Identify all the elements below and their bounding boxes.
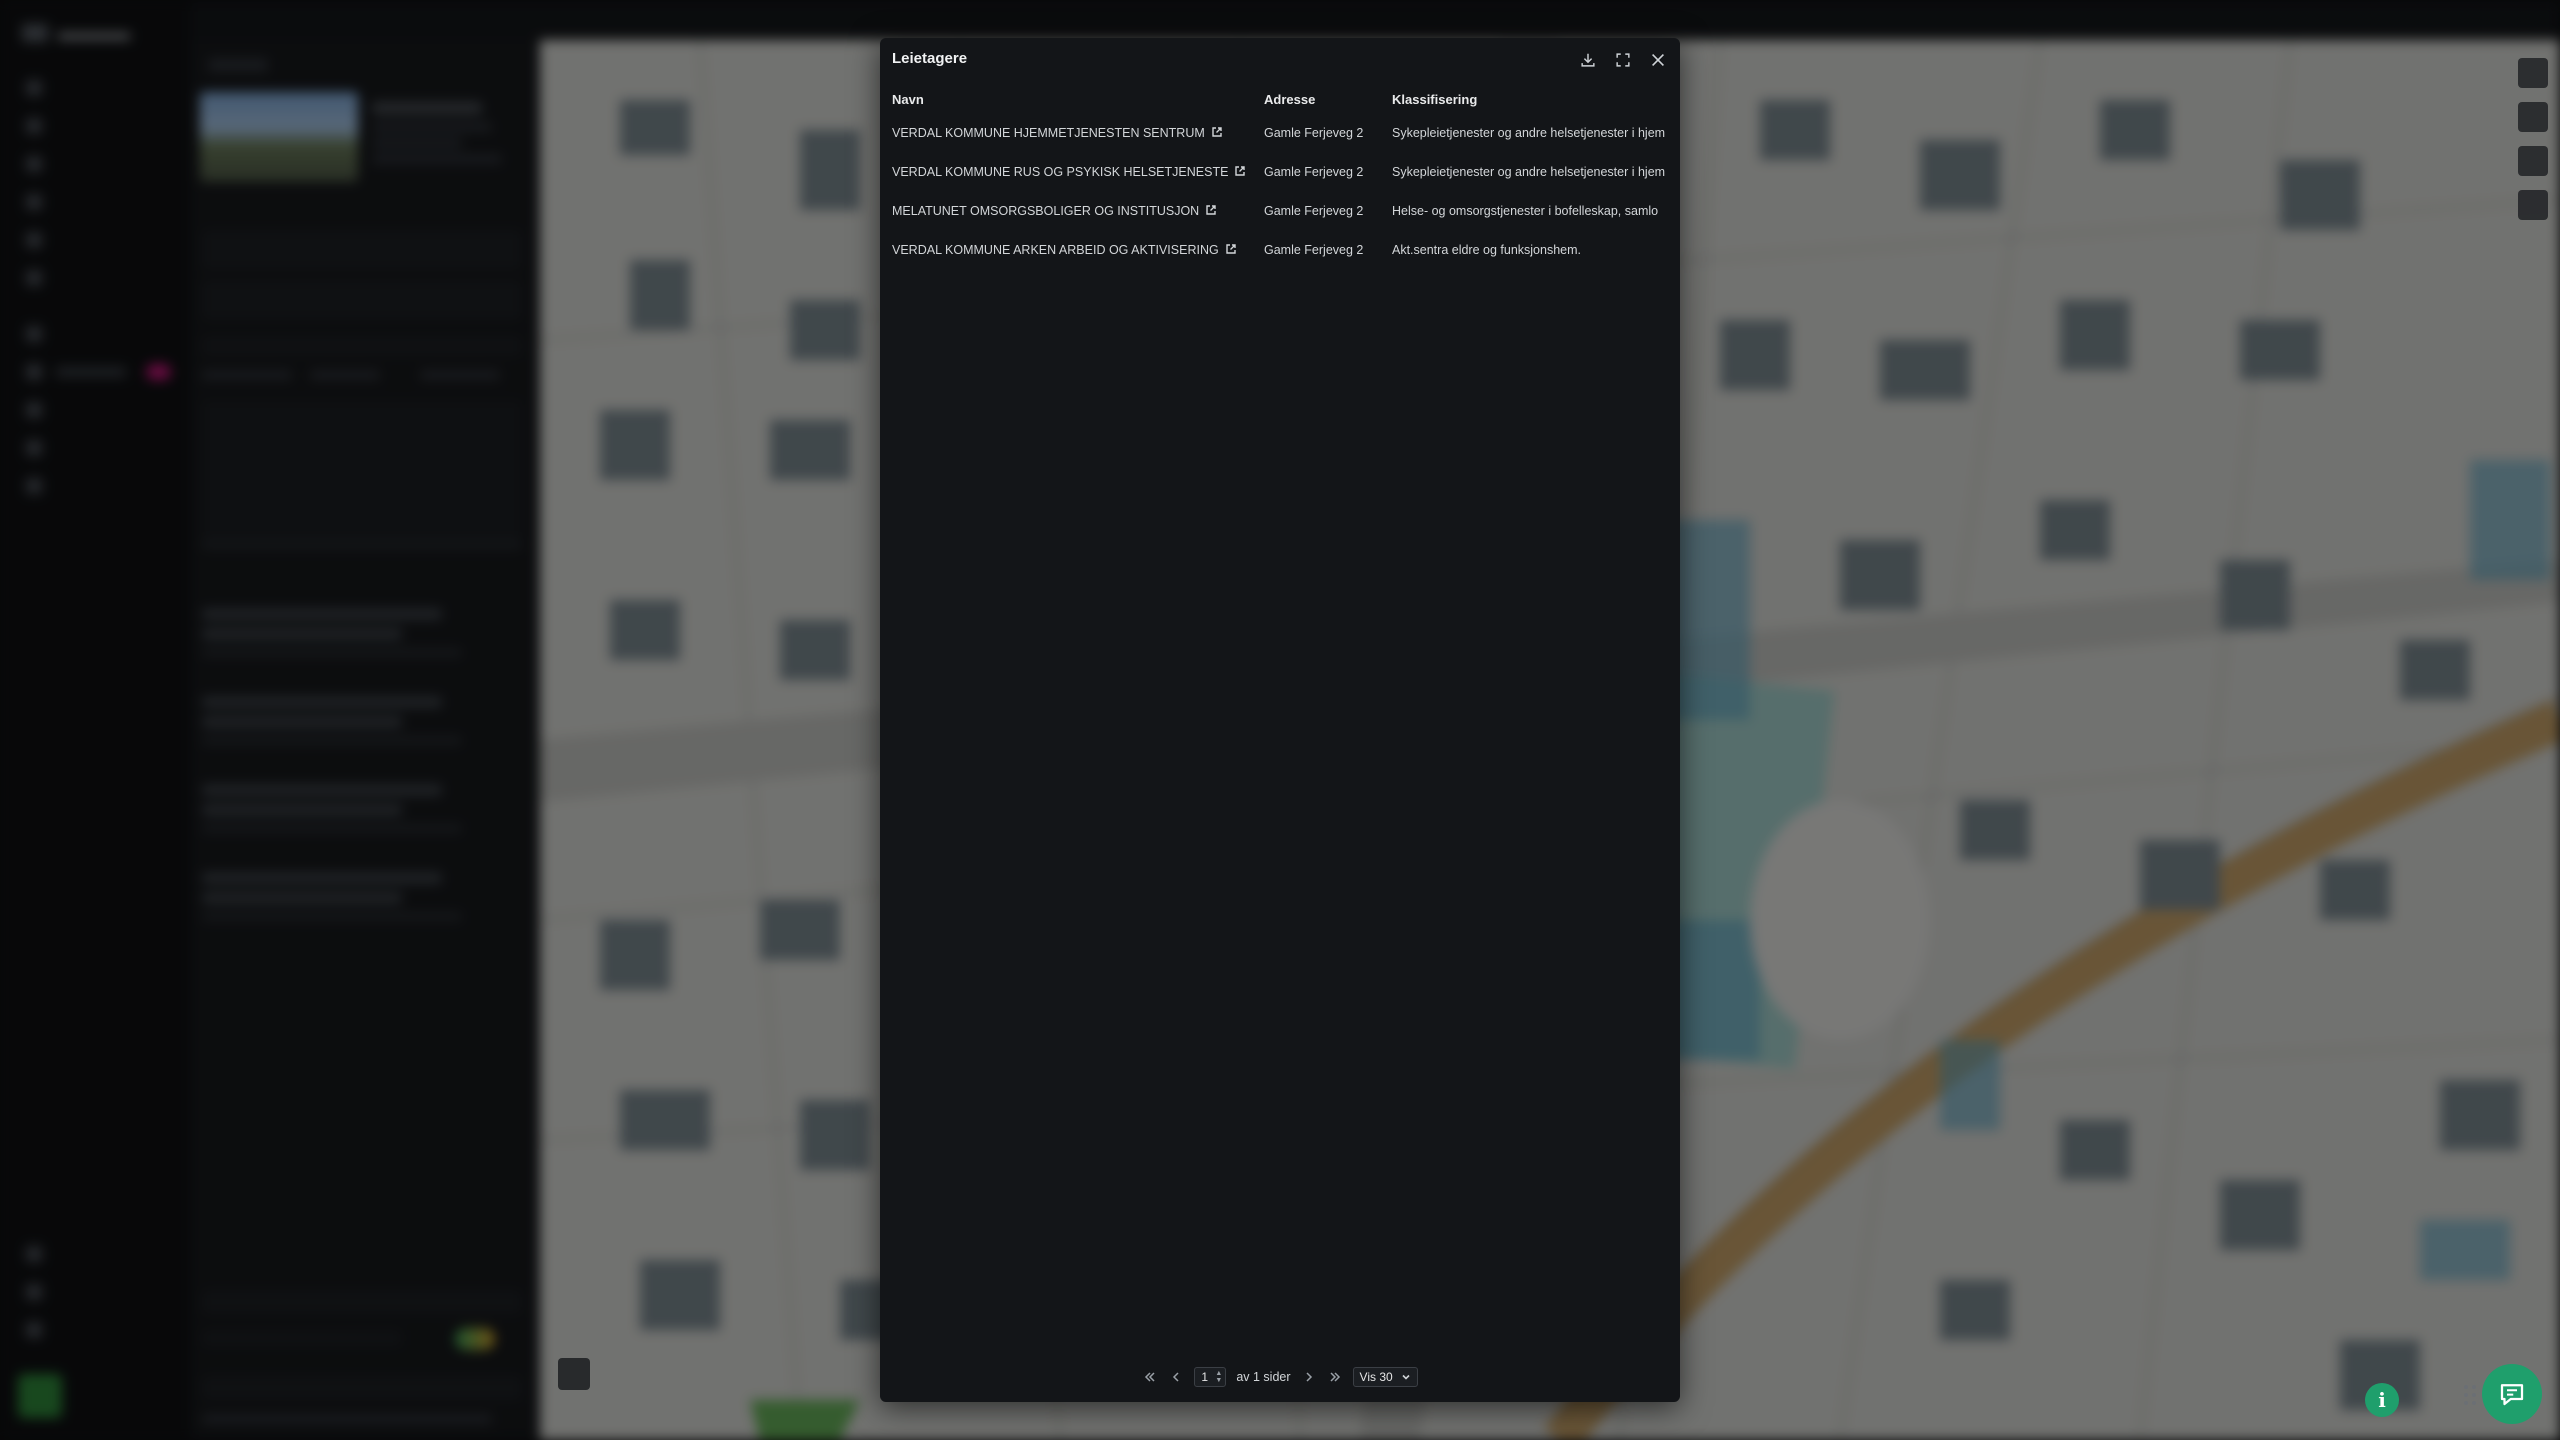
app-root: ▬▬▬▬ i Leietagere Navn Adresse Klassifis…: [0, 0, 2560, 1440]
close-icon: [1652, 54, 1664, 66]
tenant-classification: Sykepleietjenester og andre helsetjenest…: [1392, 165, 1666, 179]
column-header-name[interactable]: Navn: [892, 92, 1262, 107]
double-chevron-left-icon: [1145, 1372, 1155, 1382]
tenant-name[interactable]: VERDAL KOMMUNE ARKEN ARBEID OG AKTIVISER…: [892, 243, 1219, 257]
chevron-down-icon: [1402, 1374, 1410, 1380]
table-row: MELATUNET OMSORGSBOLIGER OG INSTITUSJON …: [880, 194, 1680, 233]
column-header-address[interactable]: Adresse: [1264, 92, 1389, 107]
tenant-name-link[interactable]: VERDAL KOMMUNE HJEMMETJENESTEN SENTRUM: [892, 126, 1262, 140]
map-tool-button[interactable]: [2518, 146, 2548, 176]
tenant-address: Gamle Ferjeveg 2: [1264, 204, 1364, 218]
stepper-icon[interactable]: ▲ ▼: [1215, 1370, 1222, 1384]
tenants-modal: Leietagere Navn Adresse Klassifisering V…: [880, 38, 1680, 1402]
tenant-name[interactable]: VERDAL KOMMUNE HJEMMETJENESTEN SENTRUM: [892, 126, 1205, 140]
modal-title: Leietagere: [892, 50, 968, 67]
external-link-icon[interactable]: [1225, 243, 1237, 255]
last-page-button[interactable]: [1327, 1369, 1343, 1385]
chat-icon: [2500, 1384, 2524, 1406]
tenant-classification: Sykepleietjenester og andre helsetjenest…: [1392, 126, 1666, 140]
tenant-name-link[interactable]: VERDAL KOMMUNE ARKEN ARBEID OG AKTIVISER…: [892, 243, 1262, 257]
external-link-icon[interactable]: [1234, 165, 1246, 177]
first-page-button[interactable]: [1142, 1369, 1158, 1385]
map-toolbar: [2518, 58, 2548, 220]
expand-icon: [1616, 53, 1630, 67]
tenant-name-link[interactable]: MELATUNET OMSORGSBOLIGER OG INSTITUSJON: [892, 204, 1262, 218]
tenant-name-link[interactable]: VERDAL KOMMUNE RUS OG PSYKISK HELSETJENE…: [892, 165, 1262, 179]
map-control-button[interactable]: [558, 1358, 590, 1390]
column-header-classification[interactable]: Klassifisering: [1392, 92, 1680, 107]
close-button[interactable]: [1646, 48, 1670, 72]
map-tool-button[interactable]: [2518, 190, 2548, 220]
download-icon: [1581, 53, 1595, 67]
pagination: 1 ▲ ▼ av 1 sider Vis 30: [880, 1364, 1680, 1390]
chat-button[interactable]: [2482, 1364, 2542, 1424]
page-size-value: Vis 30: [1359, 1370, 1393, 1384]
previous-page-button[interactable]: [1168, 1369, 1184, 1385]
next-page-button[interactable]: [1301, 1369, 1317, 1385]
tenant-address: Gamle Ferjeveg 2: [1264, 165, 1364, 179]
info-icon[interactable]: i: [2365, 1383, 2399, 1417]
map-tool-button[interactable]: [2518, 58, 2548, 88]
map-tool-button[interactable]: [2518, 102, 2548, 132]
table-row: VERDAL KOMMUNE ARKEN ARBEID OG AKTIVISER…: [880, 233, 1680, 272]
tenants-table: Navn Adresse Klassifisering VERDAL KOMMU…: [880, 86, 1680, 272]
chevron-left-icon: [1173, 1372, 1179, 1382]
tenant-classification: Akt.sentra eldre og funksjonshem.: [1392, 243, 1581, 257]
tenant-address: Gamle Ferjeveg 2: [1264, 126, 1364, 140]
table-row: VERDAL KOMMUNE RUS OG PSYKISK HELSETJENE…: [880, 155, 1680, 194]
expand-button[interactable]: [1611, 48, 1635, 72]
modal-header: Leietagere: [880, 38, 1680, 82]
tenant-name[interactable]: MELATUNET OMSORGSBOLIGER OG INSTITUSJON: [892, 204, 1199, 218]
double-chevron-right-icon: [1330, 1372, 1340, 1382]
page-count-label: av 1 sider: [1236, 1370, 1291, 1384]
table-row: VERDAL KOMMUNE HJEMMETJENESTEN SENTRUM G…: [880, 116, 1680, 155]
external-link-icon[interactable]: [1205, 204, 1217, 216]
page-number-input[interactable]: 1 ▲ ▼: [1194, 1367, 1227, 1387]
drag-handle-icon[interactable]: [2464, 1385, 2478, 1407]
tenant-classification: Helse- og omsorgstjenester i bofelleskap…: [1392, 204, 1659, 218]
table-header: Navn Adresse Klassifisering: [880, 86, 1680, 116]
tenant-address: Gamle Ferjeveg 2: [1264, 243, 1364, 257]
external-link-icon[interactable]: [1211, 126, 1223, 138]
chevron-right-icon: [1306, 1372, 1312, 1382]
page-size-select[interactable]: Vis 30: [1352, 1367, 1418, 1387]
page-number-value: 1: [1201, 1370, 1209, 1384]
download-button[interactable]: [1576, 48, 1600, 72]
tenant-name[interactable]: VERDAL KOMMUNE RUS OG PSYKISK HELSETJENE…: [892, 165, 1228, 179]
